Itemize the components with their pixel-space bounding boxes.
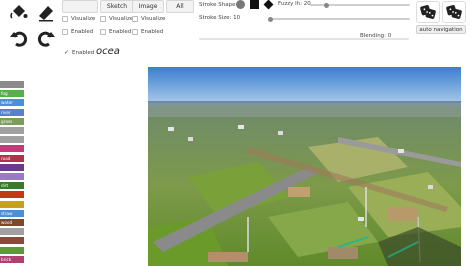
dice-icon — [420, 5, 436, 19]
sidebar-label-item[interactable] — [0, 228, 24, 236]
visualize-checkbox-1[interactable]: Visualize — [62, 16, 95, 22]
checkbox-label: Enabled — [72, 49, 95, 56]
undo-button[interactable] — [6, 28, 32, 50]
sidebar-label-item[interactable]: straw — [0, 209, 24, 217]
visualize-checkbox-3[interactable]: Visualize — [132, 16, 165, 22]
aerial-landscape-image — [148, 67, 461, 266]
checkbox-box[interactable] — [100, 29, 106, 35]
sidebar-label-item[interactable] — [0, 237, 24, 245]
enabled-checkbox-2[interactable]: Enabled — [100, 29, 131, 35]
tab-all[interactable]: All — [166, 0, 194, 13]
sidebar-label-item[interactable]: road — [0, 154, 24, 162]
fuzzy-slider-thumb[interactable] — [324, 2, 329, 8]
stroke-size-slider[interactable] — [268, 16, 410, 22]
checkbox-label: Enabled — [141, 29, 164, 35]
main-canvas[interactable] — [148, 67, 461, 266]
sidebar-label-item[interactable] — [0, 145, 24, 153]
auto-navigation-button[interactable]: auto navigation — [416, 25, 466, 34]
sidebar-label-item[interactable] — [0, 200, 24, 208]
checkbox-label: Enabled — [109, 29, 132, 35]
checkbox-box[interactable] — [132, 29, 138, 35]
checkbox-box[interactable] — [62, 16, 68, 22]
checkbox-label: Visualize — [141, 16, 166, 22]
fuzzy-slider[interactable] — [310, 2, 410, 8]
checkbox-label: Visualize — [109, 16, 134, 22]
prompt-enabled-checkbox[interactable]: ✓ Enabled — [64, 49, 94, 56]
sidebar-label-item[interactable]: fog — [0, 90, 24, 98]
sidebar-label-item[interactable]: wood — [0, 219, 24, 226]
checkbox-label: Visualize — [71, 16, 96, 22]
enabled-checkbox-1[interactable]: Enabled — [62, 29, 93, 35]
eraser-icon — [39, 6, 53, 22]
stroke-size-slider-thumb[interactable] — [268, 16, 273, 22]
stroke-size-label: Stroke Size: 10 — [199, 15, 241, 21]
sidebar-label-item[interactable]: brick — [0, 255, 24, 263]
undo-icon — [10, 31, 28, 47]
sidebar-label-item[interactable]: dirt — [0, 182, 24, 190]
blending-slider[interactable] — [199, 38, 409, 40]
sidebar-label-item[interactable]: water — [0, 99, 24, 107]
tab-sketch[interactable]: Sketch — [100, 0, 134, 13]
circle-shape-option[interactable] — [236, 0, 245, 9]
paint-bucket-icon — [10, 5, 28, 19]
checkbox-box[interactable] — [132, 16, 138, 22]
eraser-tool-button[interactable] — [33, 1, 59, 23]
tab-image[interactable]: Image — [132, 0, 164, 13]
stroke-shape-label: Stroke Shape — [199, 2, 236, 8]
fuzzy-label: Fuzzy lh: 20 — [278, 1, 311, 7]
tab-0[interactable] — [62, 0, 98, 13]
checkbox-box[interactable] — [100, 16, 106, 22]
enabled-checkbox-3[interactable]: Enabled — [132, 29, 163, 35]
sidebar-label-item[interactable] — [0, 246, 24, 254]
sidebar-label-item[interactable] — [0, 81, 24, 88]
checkbox-box[interactable] — [62, 29, 68, 35]
diamond-shape-option[interactable] — [263, 0, 274, 10]
sidebar-label-item[interactable] — [0, 173, 24, 180]
redo-icon — [37, 31, 55, 47]
paint-bucket-tool-button[interactable] — [6, 1, 32, 23]
app-root: Sketch Image All Visualize Visualize Vis… — [0, 0, 474, 266]
dice-icon — [446, 5, 462, 19]
sidebar-label-item[interactable] — [0, 127, 24, 134]
prompt-input[interactable]: ocea — [94, 42, 474, 60]
redo-button[interactable] — [33, 28, 59, 50]
sidebar-label-item[interactable]: river — [0, 108, 24, 116]
sidebar-label-item[interactable]: grass — [0, 117, 24, 125]
navigation-dice-button-1[interactable] — [416, 1, 440, 23]
sidebar-label-item[interactable] — [0, 136, 24, 144]
square-shape-option[interactable] — [250, 0, 259, 9]
navigation-dice-button-2[interactable] — [442, 1, 466, 23]
sidebar-label-item[interactable] — [0, 163, 24, 171]
visualize-checkbox-2[interactable]: Visualize — [100, 16, 133, 22]
checkbox-label: Enabled — [71, 29, 94, 35]
sidebar-label-item[interactable] — [0, 191, 24, 199]
checkmark-icon: ✓ — [64, 49, 70, 56]
